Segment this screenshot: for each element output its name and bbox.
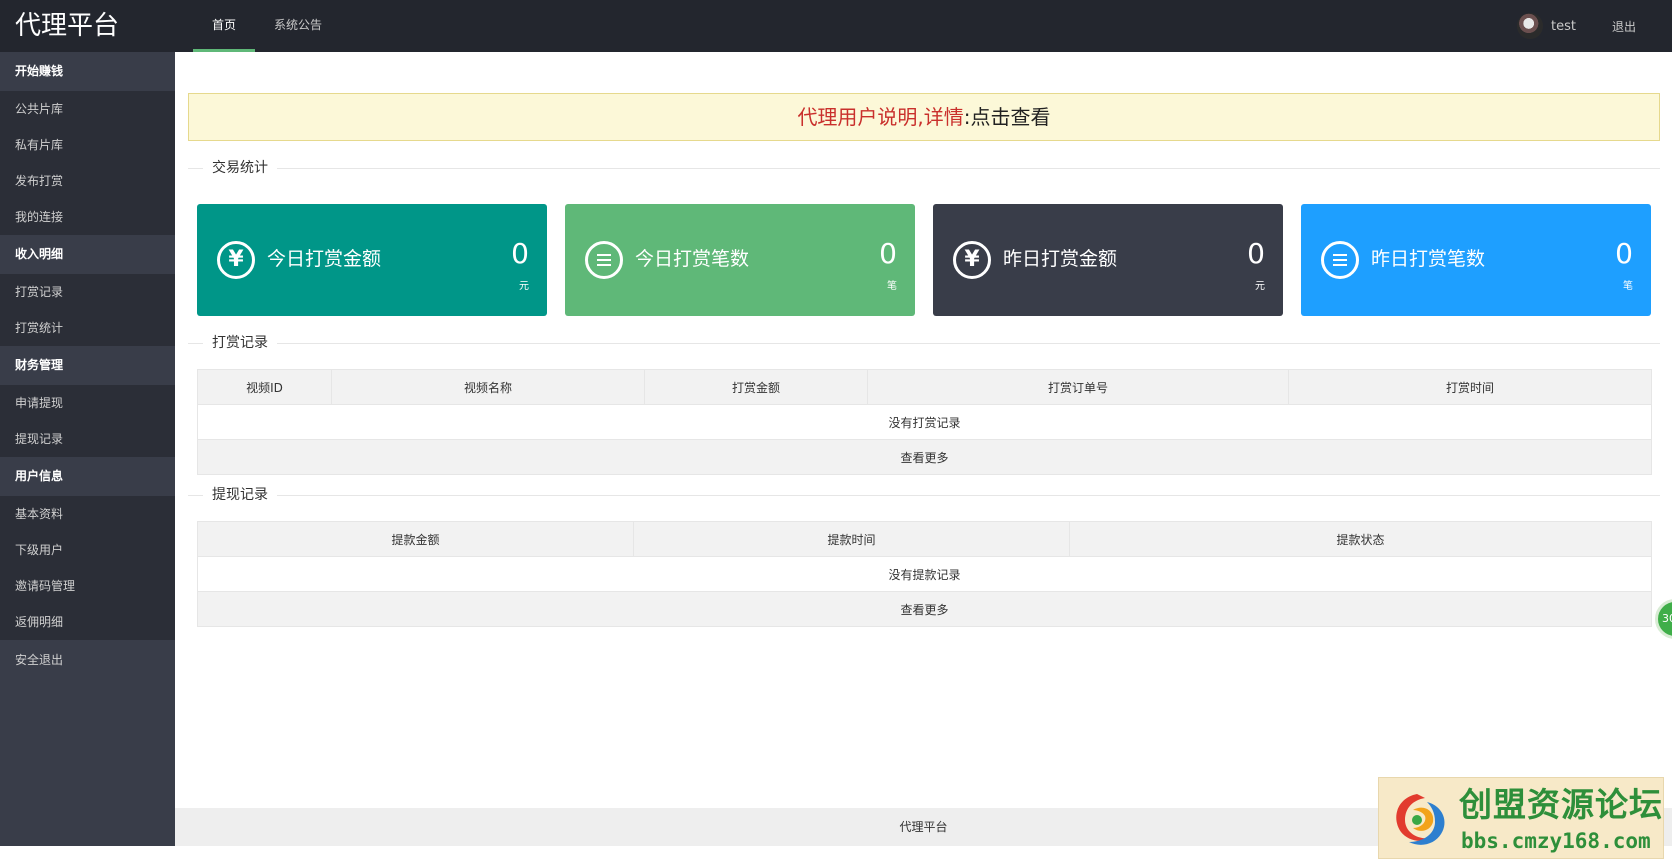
stat-label: 今日打赏笔数 (635, 248, 750, 270)
user-area: test 退出 (1517, 0, 1672, 52)
sidebar-item-reward-stats[interactable]: 打赏统计 (0, 310, 175, 346)
watermark-url: bbs.cmzy168.com (1461, 829, 1651, 853)
avatar[interactable] (1517, 13, 1544, 39)
stats-cards: ¥ 今日打赏金额 0 元 今日打赏笔数 0 笔 ¥ 昨日打赏金额 0 元 昨日打… (197, 204, 1652, 316)
sidebar: 开始赚钱 公共片库 私有片库 发布打赏 我的连接 收入明细 打赏记录 打赏统计 … (0, 52, 175, 846)
withdraw-records-table: 提款金额 提款时间 提款状态 没有提款记录 查看更多 (197, 521, 1652, 627)
sidebar-item-invite-codes[interactable]: 邀请码管理 (0, 568, 175, 604)
nav-home[interactable]: 首页 (193, 0, 256, 52)
column-header: 提款金额 (197, 521, 634, 557)
table-header-row: 视频ID 视频名称 打赏金额 打赏订单号 打赏时间 (197, 369, 1652, 405)
list-icon (1321, 241, 1359, 279)
sidebar-item-apply-withdraw[interactable]: 申请提现 (0, 385, 175, 421)
watermark-title: 创盟资源论坛 (1459, 785, 1663, 824)
table-row: 查看更多 (197, 591, 1652, 627)
sidebar-item-reward-records[interactable]: 打赏记录 (0, 274, 175, 310)
main-content: 代理用户说明,详情:点击查看 交易统计 ¥ 今日打赏金额 0 元 今日打赏笔数 … (175, 52, 1672, 846)
section-title-reward-records: 打赏记录 (188, 333, 1660, 353)
stat-card-today-amount: ¥ 今日打赏金额 0 元 (197, 204, 547, 316)
table-row: 没有打赏记录 (197, 404, 1652, 440)
stat-card-yesterday-amount: ¥ 昨日打赏金额 0 元 (933, 204, 1283, 316)
sidebar-item-private-library[interactable]: 私有片库 (0, 127, 175, 163)
table-header-row: 提款金额 提款时间 提款状态 (197, 521, 1652, 557)
sidebar-item-my-links[interactable]: 我的连接 (0, 199, 175, 235)
section-title-withdraw-records: 提现记录 (188, 485, 1660, 505)
stat-unit: 元 (519, 281, 529, 292)
stats-title: 交易统计 (203, 158, 277, 178)
username[interactable]: test (1551, 19, 1576, 34)
column-header: 视频名称 (331, 369, 645, 405)
view-more-reward-button[interactable]: 查看更多 (197, 439, 1652, 475)
nav-system-notice[interactable]: 系统公告 (255, 0, 341, 52)
divider (188, 168, 1660, 169)
withdraw-records-title: 提现记录 (203, 485, 277, 505)
stat-value: 0 (511, 237, 529, 270)
stat-label: 今日打赏金额 (267, 248, 382, 270)
reward-records-title: 打赏记录 (203, 333, 277, 353)
column-header: 提款状态 (1069, 521, 1652, 557)
top-header: 代理平台 首页 系统公告 test 退出 (0, 0, 1672, 52)
sidebar-item-basic-profile[interactable]: 基本资料 (0, 496, 175, 532)
divider (188, 495, 1660, 496)
column-header: 打赏订单号 (867, 369, 1289, 405)
stat-unit: 元 (1255, 281, 1265, 292)
notice-red-text: 代理用户说明,详情 (797, 105, 964, 129)
sidebar-item-publish-reward[interactable]: 发布打赏 (0, 163, 175, 199)
stat-card-yesterday-count: 昨日打赏笔数 0 笔 (1301, 204, 1651, 316)
section-title-stats: 交易统计 (188, 158, 1660, 178)
logout-button[interactable]: 退出 (1612, 18, 1636, 35)
stat-card-today-count: 今日打赏笔数 0 笔 (565, 204, 915, 316)
sidebar-item-withdraw-records[interactable]: 提现记录 (0, 421, 175, 457)
sidebar-item-safe-exit[interactable]: 安全退出 (0, 640, 175, 680)
stat-label: 昨日打赏金额 (1003, 248, 1118, 270)
view-more-withdraw-button[interactable]: 查看更多 (197, 591, 1652, 627)
swirl-logo-icon (1396, 794, 1445, 845)
top-nav: 首页 系统公告 (193, 0, 341, 52)
notice-link-text[interactable]: :点击查看 (964, 105, 1051, 129)
sidebar-group-start-earning[interactable]: 开始赚钱 (0, 52, 175, 91)
notice-banner[interactable]: 代理用户说明,详情:点击查看 (188, 93, 1660, 141)
stat-value: 0 (1615, 237, 1633, 270)
column-header: 视频ID (197, 369, 332, 405)
reward-records-table: 视频ID 视频名称 打赏金额 打赏订单号 打赏时间 没有打赏记录 查看更多 (197, 369, 1652, 475)
stat-value: 0 (1247, 237, 1265, 270)
sidebar-group-user-info[interactable]: 用户信息 (0, 457, 175, 496)
column-header: 打赏时间 (1288, 369, 1652, 405)
empty-message: 没有提款记录 (197, 556, 1652, 592)
column-header: 打赏金额 (644, 369, 868, 405)
sidebar-item-sub-users[interactable]: 下级用户 (0, 532, 175, 568)
sidebar-item-public-library[interactable]: 公共片库 (0, 91, 175, 127)
yen-icon: ¥ (217, 241, 255, 279)
sidebar-group-income[interactable]: 收入明细 (0, 235, 175, 274)
yen-icon: ¥ (953, 241, 991, 279)
table-row: 没有提款记录 (197, 556, 1652, 592)
table-row: 查看更多 (197, 439, 1652, 475)
app-logo[interactable]: 代理平台 (15, 8, 119, 44)
sidebar-item-commission-details[interactable]: 返佣明细 (0, 604, 175, 640)
column-header: 提款时间 (633, 521, 1070, 557)
sidebar-group-finance[interactable]: 财务管理 (0, 346, 175, 385)
divider (188, 343, 1660, 344)
stat-label: 昨日打赏笔数 (1371, 248, 1486, 270)
stat-unit: 笔 (1623, 281, 1633, 292)
stat-unit: 笔 (887, 281, 897, 292)
list-icon (585, 241, 623, 279)
stat-value: 0 (879, 237, 897, 270)
watermark: 创盟资源论坛 bbs.cmzy168.com (1378, 777, 1664, 859)
empty-message: 没有打赏记录 (197, 404, 1652, 440)
